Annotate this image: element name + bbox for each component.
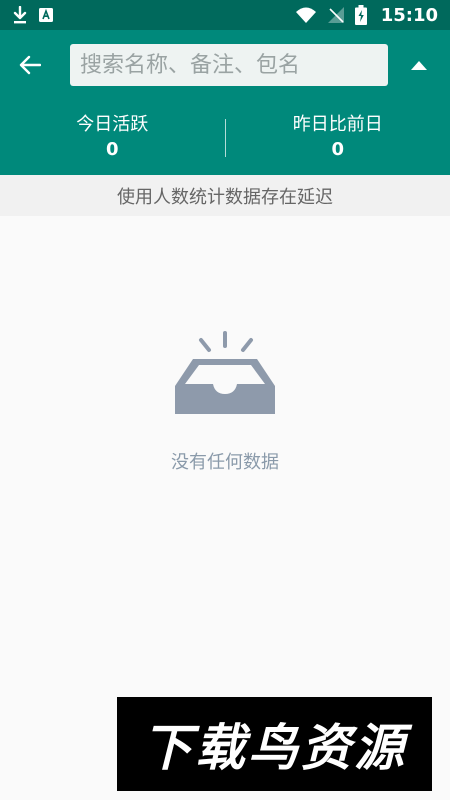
stat-label: 今日活跃 xyxy=(76,113,149,135)
app-notification-icon xyxy=(39,8,53,22)
stats-bar: 今日活跃 0 昨日比前日 0 xyxy=(0,100,450,175)
stat-value: 0 xyxy=(331,138,345,160)
status-bar: 15:10 xyxy=(0,0,450,30)
stat-yesterday-compare: 昨日比前日 0 xyxy=(226,113,450,163)
download-icon xyxy=(13,6,27,24)
collapse-button[interactable] xyxy=(388,30,450,100)
battery-charging-icon xyxy=(354,5,367,25)
empty-inbox-icon xyxy=(175,331,275,414)
back-button[interactable] xyxy=(0,30,60,100)
stat-value: 0 xyxy=(105,138,119,160)
wifi-icon xyxy=(295,7,316,23)
status-time: 15:10 xyxy=(380,4,438,26)
watermark-text: 下载鸟资源 xyxy=(142,719,407,777)
empty-state: 没有任何数据 xyxy=(0,330,450,474)
delay-notice: 使用人数统计数据存在延迟 xyxy=(0,175,450,216)
triangle-up-icon xyxy=(411,61,427,70)
app-bar xyxy=(0,30,450,100)
arrow-left-icon xyxy=(19,55,41,75)
watermark-logo: 下载鸟资源 xyxy=(117,697,432,791)
signal-icon xyxy=(327,7,344,23)
empty-text: 没有任何数据 xyxy=(171,452,279,473)
search-input[interactable] xyxy=(70,44,388,86)
status-left xyxy=(12,6,54,24)
status-right: 15:10 xyxy=(295,5,438,26)
stat-label: 昨日比前日 xyxy=(292,113,383,135)
stat-today-active: 今日活跃 0 xyxy=(0,113,225,163)
